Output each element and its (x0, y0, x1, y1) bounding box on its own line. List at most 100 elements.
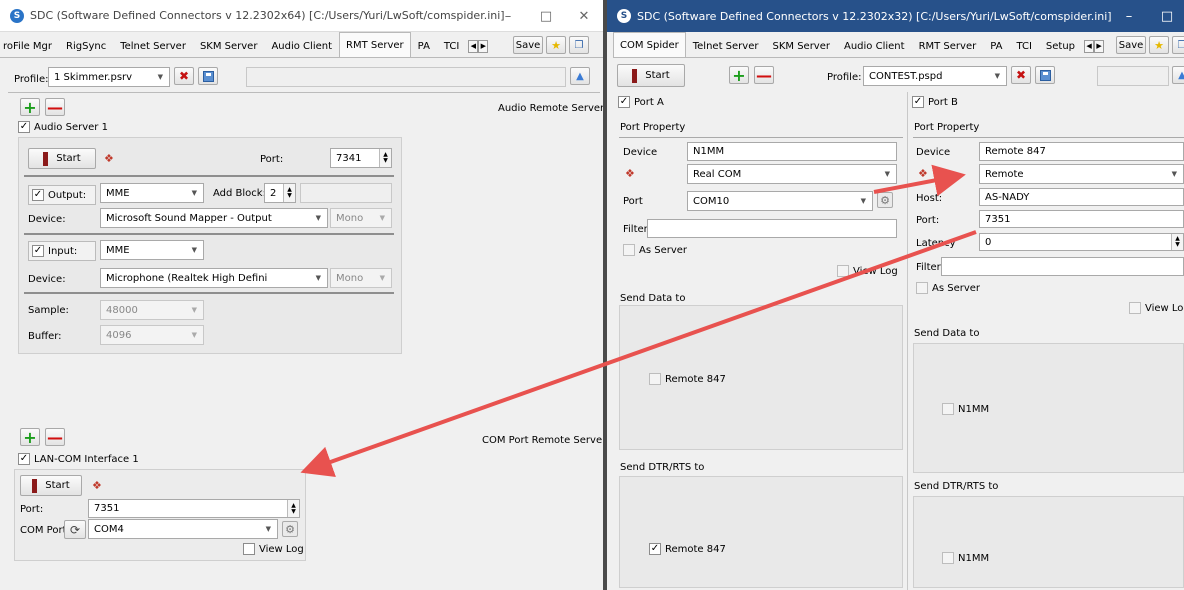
tab-tci[interactable]: TCI (437, 35, 466, 57)
save-profile-button[interactable] (198, 67, 218, 85)
spider-start-button[interactable]: Start (617, 64, 685, 87)
profile-path-field[interactable] (1097, 66, 1169, 86)
tab-setup[interactable]: Setup (1039, 35, 1082, 57)
port-a-view-log-checkbox[interactable]: View Log (837, 265, 898, 277)
add-com-server-button[interactable]: + (20, 428, 40, 447)
tab-rmt-server[interactable]: RMT Server (912, 35, 984, 57)
tab-scroll-left-icon[interactable]: ◀ (468, 39, 479, 53)
profile-path-field[interactable] (246, 67, 566, 87)
delete-profile-button[interactable]: ✖ (174, 67, 194, 85)
help-button[interactable]: ❒ (1172, 36, 1184, 54)
input-api-select[interactable]: MME ▼ (100, 240, 204, 260)
save-button[interactable]: Save (513, 36, 543, 54)
tab-pa[interactable]: PA (411, 35, 437, 57)
maximize-icon[interactable]: □ (527, 9, 565, 24)
tab-telnet-server[interactable]: Telnet Server (686, 35, 766, 57)
tab-com-spider[interactable]: COM Spider (613, 32, 686, 57)
open-profile-button[interactable]: ▲ (1172, 66, 1184, 84)
input-checkbox[interactable]: ✓ Input: (28, 241, 96, 261)
remove-com-server-button[interactable]: — (45, 428, 65, 447)
send-data-remote-checkbox[interactable]: Remote 847 (649, 373, 726, 385)
port-a-type-select[interactable]: Real COM ▼ (687, 164, 897, 184)
tab-scroll[interactable]: ◀ ▶ (468, 35, 489, 57)
favorite-button[interactable]: ★ (546, 36, 566, 54)
send-data-n1mm-checkbox[interactable]: N1MM (942, 403, 989, 415)
output-checkbox[interactable]: ✓ Output: (28, 185, 96, 205)
port-b-host-field[interactable]: AS-NADY (979, 188, 1184, 206)
add-block-spinbox[interactable]: 2 ▲ ▼ (264, 183, 296, 203)
profile-select[interactable]: CONTEST.pspd ▼ (863, 66, 1007, 86)
port-a-filter-field[interactable] (647, 219, 897, 238)
spin-arrows-icon[interactable]: ▲ ▼ (287, 500, 299, 517)
delete-profile-button[interactable]: ✖ (1011, 66, 1031, 84)
port-b-view-log-checkbox[interactable]: View Log (1129, 302, 1184, 314)
minimize-icon[interactable]: – (1110, 9, 1148, 24)
minimize-icon[interactable]: – (489, 9, 527, 24)
remove-pair-button[interactable]: — (754, 66, 774, 85)
lan-start-button[interactable]: Start (20, 475, 82, 496)
send-dtr-remote-checkbox[interactable]: ✓ Remote 847 (649, 543, 726, 555)
favorite-button[interactable]: ★ (1149, 36, 1169, 54)
tab-scroll-right-icon[interactable]: ▶ (1094, 39, 1105, 53)
port-b-latency-spinbox[interactable]: 0 ▲ ▼ (979, 233, 1184, 251)
port-b-type-select[interactable]: Remote ▼ (979, 164, 1184, 184)
spin-arrows-icon[interactable]: ▲ ▼ (1171, 234, 1183, 250)
port-b-filter-field[interactable] (941, 257, 1184, 276)
audio-server-checkbox[interactable]: ✓ Audio Server 1 (18, 121, 108, 133)
tab-scroll-right-icon[interactable]: ▶ (478, 39, 489, 53)
port-a-checkbox[interactable]: ✓ Port A (618, 96, 664, 108)
lan-view-log-checkbox[interactable]: View Log (243, 543, 304, 555)
refresh-com-button[interactable]: ⟳ (64, 520, 86, 539)
port-spinbox[interactable]: 7341 ▲ ▼ (330, 148, 392, 168)
tab-tci[interactable]: TCI (1009, 35, 1038, 57)
port-b-device-field[interactable]: Remote 847 (979, 142, 1184, 161)
tab-scroll-left-icon[interactable]: ◀ (1084, 39, 1095, 53)
port-a-as-server-checkbox[interactable]: As Server (623, 244, 687, 256)
tab-scroll[interactable]: ◀ ▶ (1084, 35, 1105, 57)
port-b-checkbox[interactable]: ✓ Port B (912, 96, 958, 108)
add-pair-button[interactable]: + (729, 66, 749, 85)
maximize-icon[interactable]: □ (1148, 9, 1184, 24)
tab-audio-client[interactable]: Audio Client (837, 35, 912, 57)
input-mono-select[interactable]: Mono ▼ (330, 268, 392, 288)
spider-start-label: Start (645, 70, 670, 81)
tab-audio-client[interactable]: Audio Client (264, 35, 339, 57)
send-dtr-n1mm-checkbox[interactable]: N1MM (942, 552, 989, 564)
open-profile-button[interactable]: ▲ (570, 67, 590, 85)
com-port-select[interactable]: COM4 ▼ (88, 519, 278, 539)
tab-skm-server[interactable]: SKM Server (193, 35, 265, 57)
save-button[interactable]: Save (1116, 36, 1146, 54)
port-a-device-field[interactable]: N1MM (687, 142, 897, 161)
tab-pa[interactable]: PA (983, 35, 1009, 57)
output-api-select[interactable]: MME ▼ (100, 183, 204, 203)
tab-rigsync[interactable]: RigSync (59, 35, 113, 57)
lan-port-spinbox[interactable]: 7351 ▲ ▼ (88, 499, 300, 518)
lan-com-checkbox[interactable]: ✓ LAN-COM Interface 1 (18, 453, 139, 465)
output-extra-field[interactable] (300, 183, 392, 203)
port-b-as-server-checkbox[interactable]: As Server (916, 282, 980, 294)
input-device-select[interactable]: Microphone (Realtek High Defini ▼ (100, 268, 328, 288)
buffer-select[interactable]: 4096 ▼ (100, 325, 204, 345)
save-profile-button[interactable] (1035, 66, 1055, 84)
port-b-filter-label: Filter (916, 262, 941, 273)
com-settings-button[interactable]: ⚙ (282, 521, 298, 537)
spin-arrows-icon[interactable]: ▲ ▼ (379, 149, 391, 167)
help-button[interactable]: ❒ (569, 36, 589, 54)
close-icon[interactable]: ✕ (565, 9, 603, 24)
output-mono-select[interactable]: Mono ▼ (330, 208, 392, 228)
profile-select[interactable]: 1 Skimmer.psrv ▼ (48, 67, 170, 87)
tab-telnet-server[interactable]: Telnet Server (113, 35, 193, 57)
tab-rmt-server[interactable]: RMT Server (339, 32, 411, 57)
output-device-select[interactable]: Microsoft Sound Mapper - Output ▼ (100, 208, 328, 228)
port-b-port-field[interactable]: 7351 (979, 210, 1184, 228)
remove-audio-server-button[interactable]: — (45, 98, 65, 117)
input-mono-value: Mono (336, 272, 364, 284)
tab-skm-server[interactable]: SKM Server (765, 35, 837, 57)
add-audio-server-button[interactable]: + (20, 98, 40, 117)
sample-select[interactable]: 48000 ▼ (100, 300, 204, 320)
spin-arrows-icon[interactable]: ▲ ▼ (283, 184, 295, 202)
audio-start-button[interactable]: Start (28, 148, 96, 169)
port-a-port-select[interactable]: COM10 ▼ (687, 191, 873, 211)
port-a-settings-button[interactable]: ⚙ (877, 192, 893, 208)
tab-profile-mgr[interactable]: roFile Mgr (0, 35, 59, 57)
